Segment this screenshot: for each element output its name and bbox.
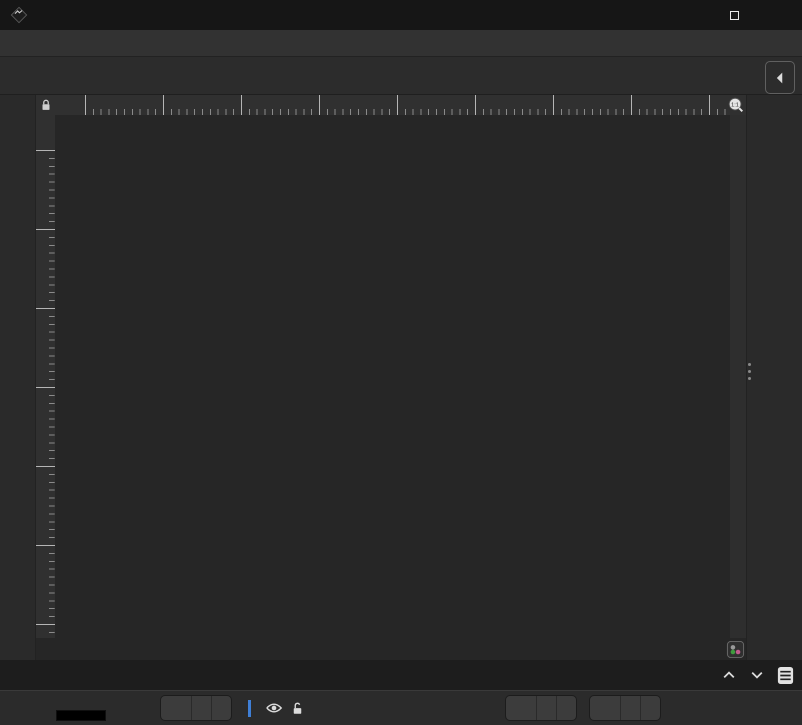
menubar	[0, 30, 802, 57]
fill-stroke-indicator[interactable]	[0, 693, 148, 723]
eye-icon	[265, 699, 283, 717]
color-management-button[interactable]	[724, 638, 746, 660]
commands-dock	[746, 95, 802, 660]
chevron-left-icon	[771, 69, 789, 87]
horizontal-scrollbar[interactable]	[55, 638, 724, 660]
zoom-1-1-button[interactable]: 1:1	[726, 95, 746, 115]
opacity-decrease-button[interactable]	[191, 696, 211, 720]
stroke-color-swatch[interactable]	[56, 710, 106, 721]
zoom-1-1-icon: 1:1	[727, 96, 745, 114]
close-button[interactable]	[757, 0, 802, 30]
lock-icon	[39, 98, 53, 112]
rotation-decrease-button[interactable]	[620, 696, 640, 720]
unlock-icon	[290, 701, 305, 716]
maximize-icon	[730, 11, 739, 20]
rotation-spinbox[interactable]	[589, 695, 661, 721]
zoom-out-button[interactable]	[536, 696, 556, 720]
rotation-increase-button[interactable]	[640, 696, 660, 720]
titlebar	[0, 0, 802, 30]
layer-color-bar	[248, 700, 251, 717]
canvas-area: 1:1	[36, 95, 746, 660]
layer-lock-toggle[interactable]	[290, 701, 305, 716]
color-management-icon	[726, 640, 745, 659]
palette-menu-button[interactable]	[774, 664, 796, 686]
guide-lock-button[interactable]	[36, 95, 55, 115]
layer-visibility-toggle[interactable]	[265, 699, 283, 717]
chevron-up-icon	[721, 667, 737, 683]
maximize-button[interactable]	[712, 0, 757, 30]
zoom-spinbox[interactable]	[505, 695, 577, 721]
toolbox	[0, 95, 36, 660]
hamburger-icon	[776, 666, 795, 685]
statusbar	[0, 690, 802, 725]
opacity-spinbox[interactable]	[160, 695, 232, 721]
color-palette	[0, 660, 802, 690]
left-ruler[interactable]	[36, 115, 55, 638]
palette-scroll-up-button[interactable]	[718, 664, 740, 686]
node-toolbar	[0, 57, 802, 95]
palette-scroll-down-button[interactable]	[746, 664, 768, 686]
chevron-down-icon	[749, 667, 765, 683]
minimize-button[interactable]	[667, 0, 712, 30]
inkscape-logo-icon	[10, 6, 28, 24]
inkscape-window: 1:1	[0, 0, 802, 725]
dock-grip[interactable]	[748, 363, 751, 380]
top-ruler[interactable]	[55, 95, 726, 115]
drawing-canvas[interactable]	[55, 115, 730, 638]
dock-collapse-button[interactable]	[765, 61, 795, 94]
opacity-increase-button[interactable]	[211, 696, 231, 720]
vertical-scrollbar[interactable]	[730, 115, 746, 638]
zoom-in-button[interactable]	[556, 696, 576, 720]
svg-text:1:1: 1:1	[731, 102, 739, 108]
